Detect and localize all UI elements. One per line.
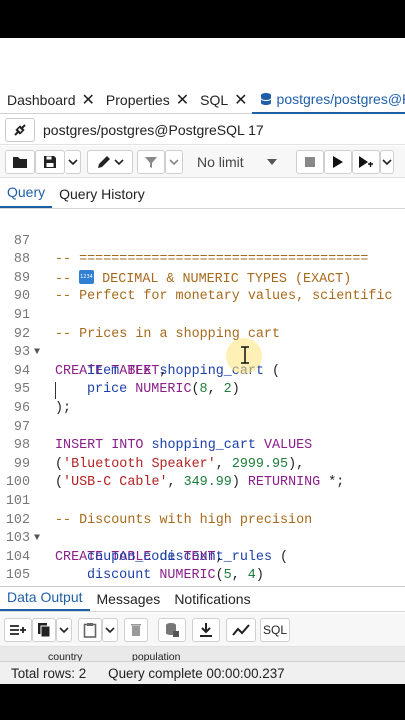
folder-icon: [13, 156, 27, 168]
save-data-button[interactable]: [158, 617, 186, 642]
sql-editor[interactable]: 87 -- ==================================…: [0, 210, 405, 586]
code-line: 94 price NUMERIC(8, 2): [0, 344, 405, 398]
plug-icon: [14, 123, 26, 136]
chevron-down-icon: [382, 158, 392, 165]
filter-button[interactable]: [137, 149, 165, 174]
tab-label: SQL: [200, 91, 229, 108]
graph-button[interactable]: [226, 617, 256, 642]
save-button[interactable]: [35, 149, 65, 174]
delete-button[interactable]: [124, 617, 148, 642]
play-explain-icon: [358, 155, 373, 168]
chevron-down-icon: [105, 626, 115, 633]
query-status: Query complete 00:00:00.237: [108, 665, 285, 681]
paste-button[interactable]: [78, 617, 102, 642]
code-line: 103 coupon_code TEXT,: [0, 512, 405, 565]
code-line: 88 -- 1234 DECIMAL & NUMERIC TYPES (EXAC…: [0, 233, 405, 287]
download-icon: [200, 622, 212, 637]
row-limit-select[interactable]: No limit: [197, 150, 278, 174]
filter-icon: [145, 156, 157, 168]
code-line: 105 );: [0, 549, 405, 583]
output-toolbar: SQL: [0, 613, 405, 647]
close-icon[interactable]: ✕: [176, 90, 189, 110]
filter-options-dropdown[interactable]: [165, 149, 183, 174]
connection-status-button[interactable]: [5, 117, 35, 142]
tab-dashboard[interactable]: Dashboard ✕: [0, 86, 99, 114]
code-line: 92 ▼ CREATE TABLE shopping_cart (: [0, 307, 405, 379]
database-icon: [259, 92, 273, 106]
row-limit-value: No limit: [197, 153, 244, 170]
code-line: 93 item TEXT,: [0, 326, 405, 379]
close-icon[interactable]: ✕: [234, 90, 247, 110]
code-line: 99 ('USB-C Cable', 349.99) RETURNING *;: [0, 437, 405, 491]
query-toolbar: No limit: [0, 146, 405, 178]
copy-button[interactable]: [32, 617, 56, 642]
text-cursor: [55, 382, 56, 400]
total-rows: Total rows: 2: [11, 665, 87, 681]
code-line: 104 discount NUMERIC(5, 4): [0, 530, 405, 584]
mouse-cursor-icon: [240, 346, 250, 364]
code-line: 89 -- Perfect for monetary values, scien…: [0, 251, 405, 305]
tab-query-tool[interactable]: postgres/postgres@Po: [251, 86, 405, 114]
connection-label[interactable]: postgres/postgres@PostgreSQL 17: [43, 122, 264, 138]
add-row-button[interactable]: [4, 617, 32, 642]
tab-messages[interactable]: Messages: [90, 591, 168, 611]
tab-query[interactable]: Query: [0, 184, 53, 208]
line-chart-icon: [232, 623, 250, 636]
chevron-down-icon: [67, 158, 78, 165]
database-save-icon: [166, 622, 179, 637]
open-file-button[interactable]: [5, 149, 35, 174]
play-icon: [332, 155, 343, 168]
code-line: 97 INSERT INTO shopping_cart VALUES: [0, 400, 405, 454]
explain-button[interactable]: [351, 149, 380, 174]
code-line: 90: [0, 270, 405, 304]
tab-data-output[interactable]: Data Output: [0, 589, 90, 611]
connection-bar: postgres/postgres@PostgreSQL 17: [0, 115, 405, 145]
execute-button[interactable]: [323, 149, 352, 174]
code-line: 96: [0, 381, 405, 416]
copy-options-dropdown[interactable]: [56, 617, 72, 642]
code-line: 95 );: [0, 363, 405, 416]
code-line: 102 ▼ CREATE TABLE discount_rules (: [0, 493, 405, 565]
query-subtabs: Query Query History: [0, 179, 405, 209]
edit-button[interactable]: [87, 149, 133, 174]
tab-query-history[interactable]: Query History: [52, 186, 152, 208]
code-line: 87 -- ==================================…: [0, 214, 405, 268]
chevron-down-icon: [59, 626, 69, 633]
output-tabs: Data Output Messages Notifications: [0, 586, 405, 612]
add-row-icon: [10, 624, 26, 635]
status-bar: Total rows: 2 Query complete 00:00:00.23…: [0, 661, 405, 684]
code-line: 101 -- Discounts with high precision: [0, 474, 405, 528]
trash-icon: [131, 623, 141, 636]
tab-properties[interactable]: Properties ✕: [99, 86, 193, 114]
pencil-icon: [98, 155, 110, 168]
code-line: 91 -- Prices in a shopping cart: [0, 288, 405, 342]
paste-options-dropdown[interactable]: [102, 617, 118, 642]
tab-sql[interactable]: SQL ✕: [193, 86, 251, 114]
copy-icon: [38, 622, 51, 637]
caret-down-icon: [266, 158, 277, 165]
video-letterbox-top: [0, 0, 405, 38]
save-options-dropdown[interactable]: [65, 149, 81, 174]
stop-icon: [304, 156, 315, 167]
explain-options-dropdown[interactable]: [379, 149, 394, 174]
close-icon[interactable]: ✕: [82, 90, 95, 110]
tab-label: Properties: [105, 91, 170, 108]
sql-button[interactable]: SQL: [260, 617, 290, 642]
chevron-down-icon: [169, 158, 179, 165]
blank-area: [0, 38, 405, 86]
tab-notifications[interactable]: Notifications: [167, 591, 257, 611]
code-line: 98 ('Bluetooth Speaker', 2999.95),: [0, 419, 405, 472]
code-line: 100: [0, 456, 405, 490]
code-line: 106: [0, 567, 405, 586]
chevron-down-icon: [114, 158, 124, 165]
stop-button[interactable]: [295, 149, 324, 174]
main-tab-strip: Dashboard ✕ Properties ✕ SQL ✕ postgres/…: [0, 86, 405, 114]
tab-label: postgres/postgres@Po: [276, 90, 405, 107]
save-icon: [44, 155, 56, 168]
tab-label: Dashboard: [7, 91, 76, 108]
download-button[interactable]: [192, 617, 220, 642]
pgadmin-window: Dashboard ✕ Properties ✕ SQL ✕ postgres/…: [0, 86, 405, 684]
clipboard-icon: [83, 622, 97, 638]
